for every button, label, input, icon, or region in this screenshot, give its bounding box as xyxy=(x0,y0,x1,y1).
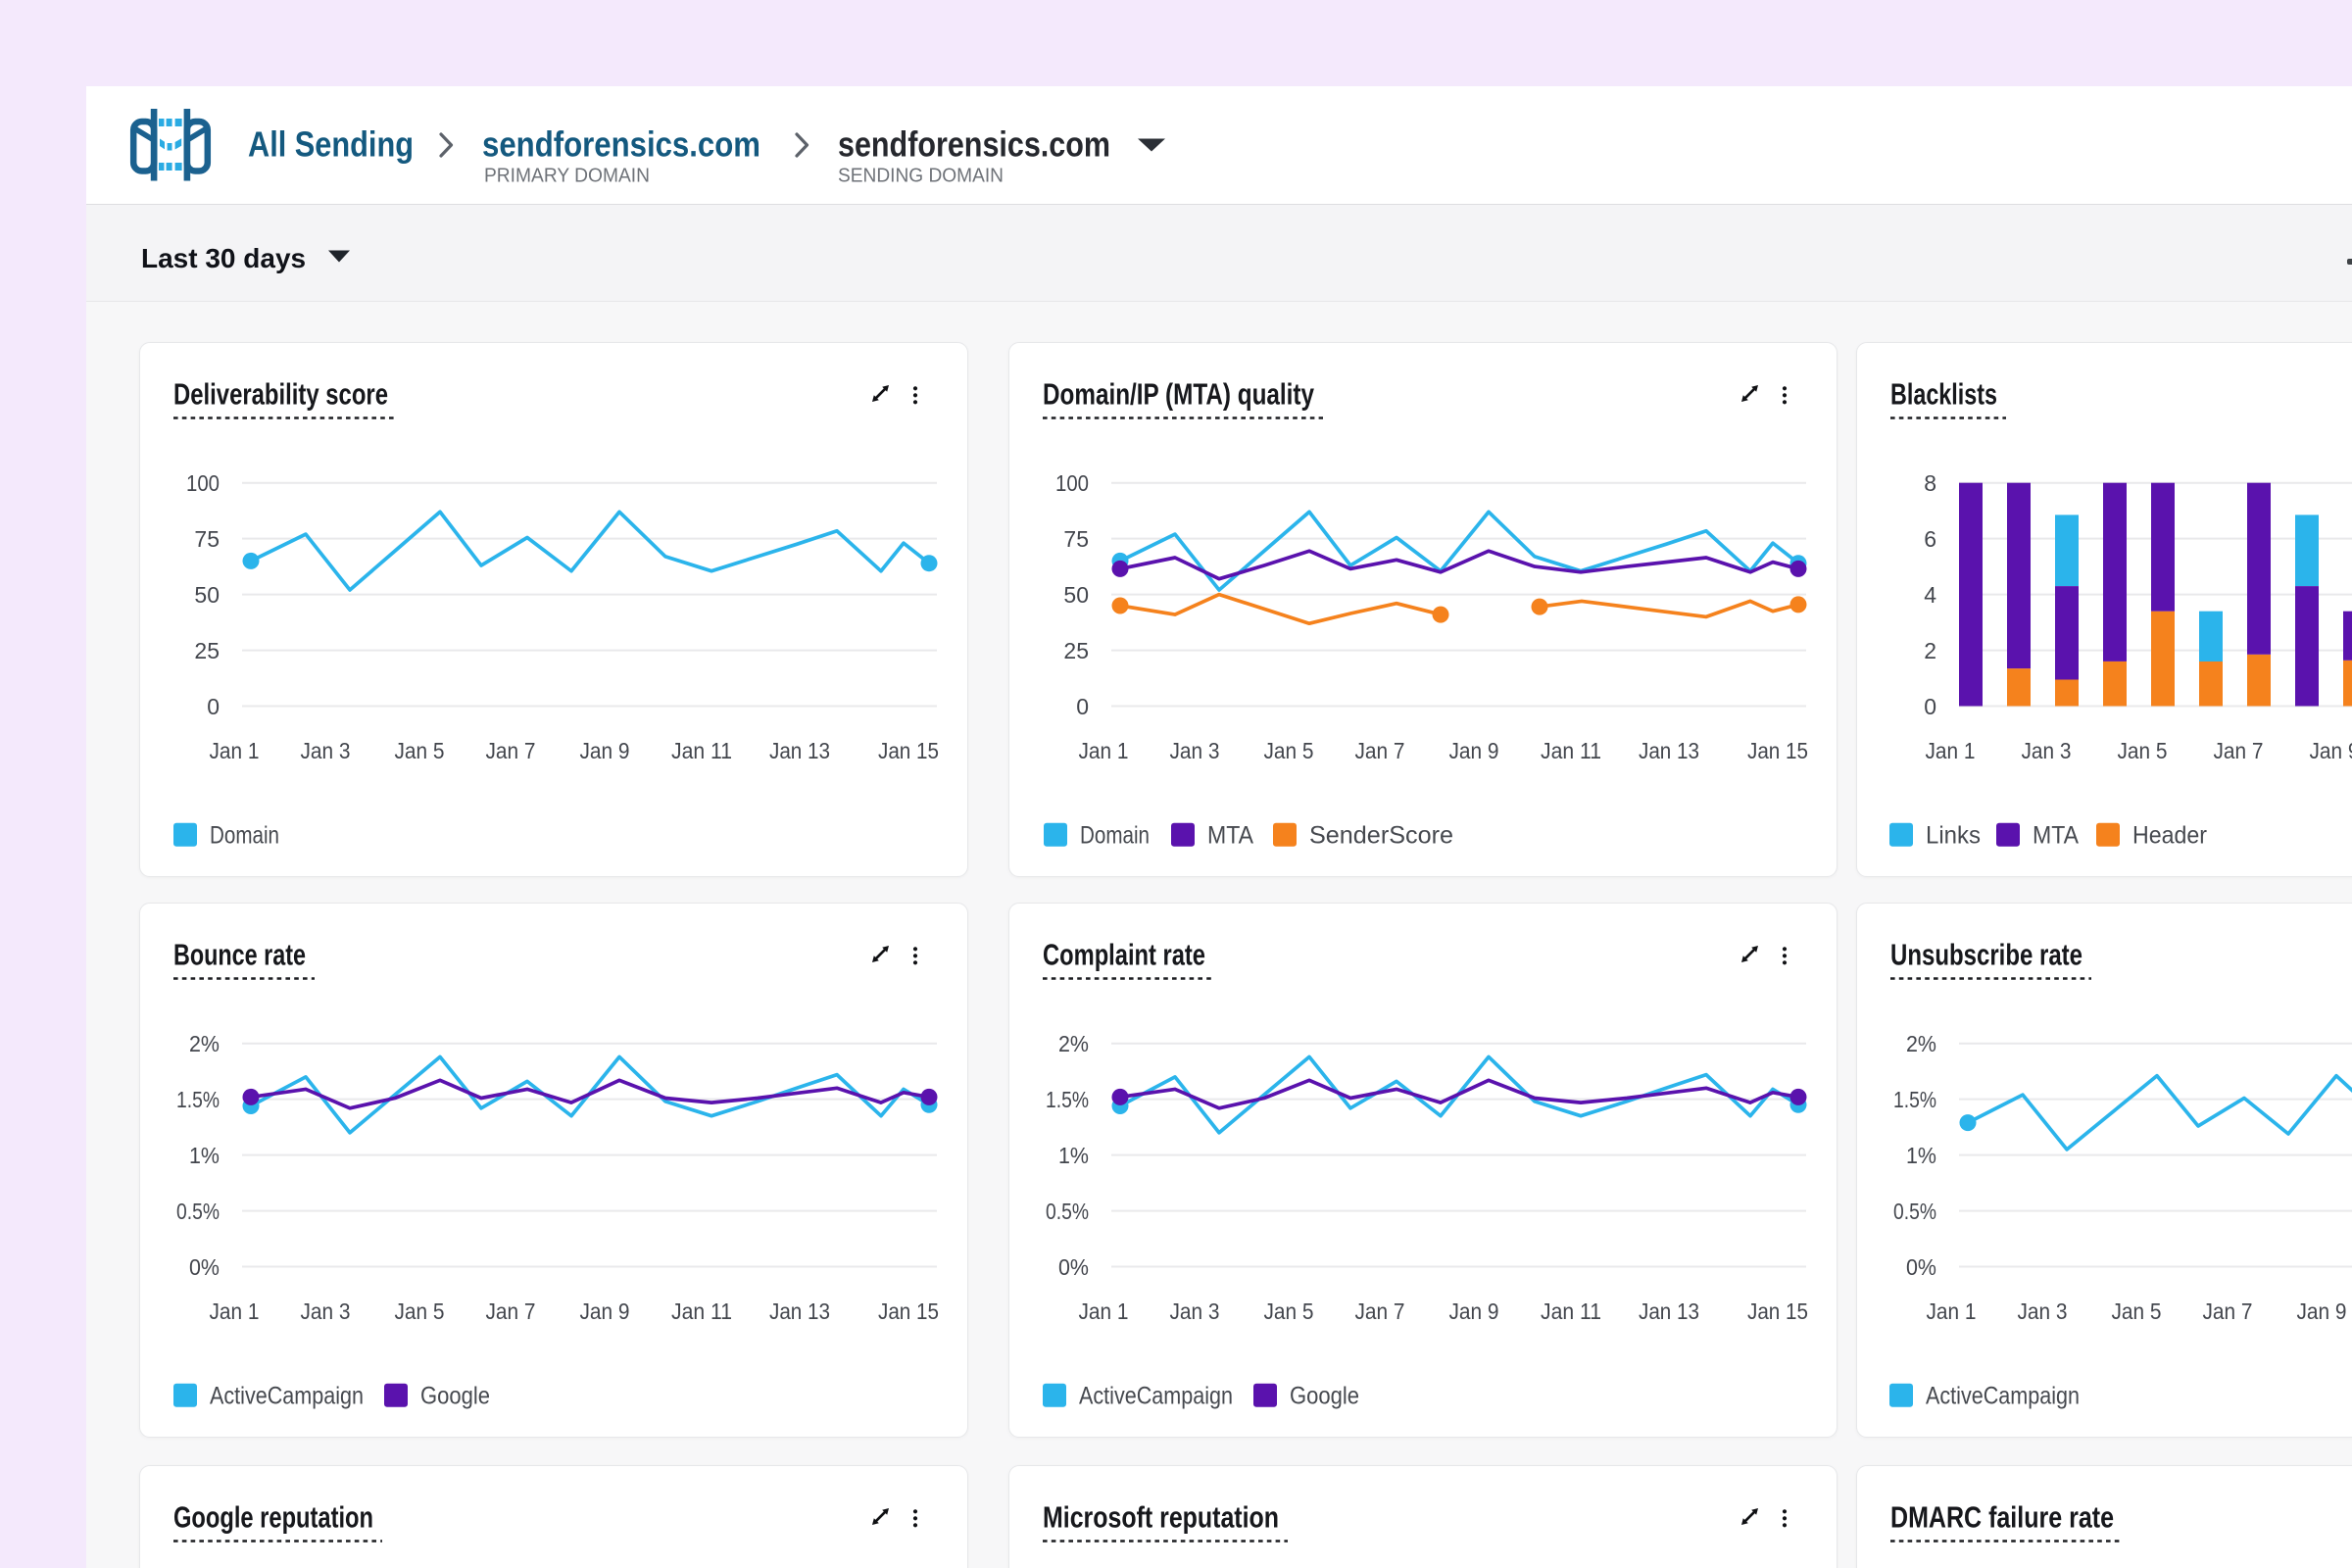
svg-text:Jan 9: Jan 9 xyxy=(1449,1298,1499,1324)
svg-text:2%: 2% xyxy=(189,1031,220,1056)
svg-text:Jan 1: Jan 1 xyxy=(210,738,260,763)
svg-text:ActiveCampaign: ActiveCampaign xyxy=(210,1383,364,1410)
svg-text:Jan 5: Jan 5 xyxy=(1264,1298,1314,1324)
svg-text:1.5%: 1.5% xyxy=(176,1087,220,1112)
svg-text:Jan 13: Jan 13 xyxy=(1639,1298,1699,1324)
svg-text:Jan 3: Jan 3 xyxy=(2018,1298,2068,1324)
svg-text:Jan 1: Jan 1 xyxy=(1079,738,1129,763)
svg-text:1.5%: 1.5% xyxy=(1046,1087,1089,1112)
svg-text:2: 2 xyxy=(1924,638,1936,663)
svg-text:Domain: Domain xyxy=(210,822,279,850)
svg-text:1%: 1% xyxy=(189,1143,220,1168)
svg-text:Jan 13: Jan 13 xyxy=(1639,738,1699,763)
svg-text:Jan 11: Jan 11 xyxy=(1541,738,1601,763)
svg-text:Jan 3: Jan 3 xyxy=(301,1298,351,1324)
svg-text:Jan 15: Jan 15 xyxy=(1747,738,1808,763)
svg-text:0: 0 xyxy=(1924,694,1936,719)
svg-text:1%: 1% xyxy=(1906,1143,1936,1168)
svg-text:Jan 15: Jan 15 xyxy=(878,1298,939,1324)
svg-text:Header: Header xyxy=(2132,822,2207,850)
svg-text:75: 75 xyxy=(1063,526,1089,552)
svg-text:MTA: MTA xyxy=(2033,822,2079,850)
svg-text:Google reputation: Google reputation xyxy=(173,1500,373,1535)
svg-text:Jan 7: Jan 7 xyxy=(1355,738,1405,763)
svg-text:0.5%: 0.5% xyxy=(176,1199,220,1224)
svg-text:Jan 1: Jan 1 xyxy=(1927,1298,1977,1324)
svg-text:Microsoft reputation: Microsoft reputation xyxy=(1043,1500,1279,1535)
svg-text:Jan 5: Jan 5 xyxy=(2118,738,2168,763)
svg-text:0%: 0% xyxy=(1058,1254,1089,1280)
svg-text:6: 6 xyxy=(1924,526,1936,552)
svg-text:0: 0 xyxy=(207,694,220,719)
svg-text:Jan 5: Jan 5 xyxy=(1264,738,1314,763)
svg-text:2%: 2% xyxy=(1058,1031,1089,1056)
svg-text:MTA: MTA xyxy=(1207,822,1253,850)
svg-text:Complaint rate: Complaint rate xyxy=(1043,938,1205,972)
svg-text:Jan 3: Jan 3 xyxy=(301,738,351,763)
svg-text:Jan 1: Jan 1 xyxy=(210,1298,260,1324)
svg-text:Jan 7: Jan 7 xyxy=(1355,1298,1405,1324)
svg-text:SenderScore: SenderScore xyxy=(1309,822,1453,850)
svg-text:ActiveCampaign: ActiveCampaign xyxy=(1926,1383,2080,1410)
svg-text:Jan 9: Jan 9 xyxy=(2310,738,2352,763)
svg-text:Deliverability score: Deliverability score xyxy=(173,377,388,412)
svg-text:Jan 7: Jan 7 xyxy=(2214,738,2264,763)
svg-text:Google: Google xyxy=(1290,1383,1359,1410)
svg-text:2%: 2% xyxy=(1906,1031,1936,1056)
svg-text:Bounce rate: Bounce rate xyxy=(173,938,306,972)
svg-text:0: 0 xyxy=(1076,694,1089,719)
svg-text:0.5%: 0.5% xyxy=(1893,1199,1936,1224)
svg-text:100: 100 xyxy=(1055,470,1089,496)
svg-text:Jan 9: Jan 9 xyxy=(580,738,630,763)
svg-text:25: 25 xyxy=(1063,638,1089,663)
svg-text:Jan 3: Jan 3 xyxy=(2022,738,2072,763)
svg-text:Blacklists: Blacklists xyxy=(1890,377,1997,412)
svg-text:DMARC failure rate: DMARC failure rate xyxy=(1890,1500,2114,1535)
svg-text:Domain/IP (MTA) quality: Domain/IP (MTA) quality xyxy=(1043,377,1315,412)
svg-text:75: 75 xyxy=(194,526,220,552)
svg-text:0.5%: 0.5% xyxy=(1046,1199,1089,1224)
svg-text:Google: Google xyxy=(420,1383,490,1410)
svg-text:Links: Links xyxy=(1926,822,1981,850)
svg-text:1.5%: 1.5% xyxy=(1893,1087,1936,1112)
svg-text:Jan 3: Jan 3 xyxy=(1170,738,1220,763)
svg-text:0%: 0% xyxy=(1906,1254,1936,1280)
svg-text:Jan 1: Jan 1 xyxy=(1079,1298,1129,1324)
svg-text:Jan 7: Jan 7 xyxy=(2203,1298,2253,1324)
svg-text:Jan 5: Jan 5 xyxy=(395,738,445,763)
svg-text:Jan 11: Jan 11 xyxy=(671,1298,732,1324)
svg-text:Jan 7: Jan 7 xyxy=(486,1298,536,1324)
svg-text:Domain: Domain xyxy=(1080,822,1150,850)
svg-text:50: 50 xyxy=(1063,582,1089,608)
svg-text:8: 8 xyxy=(1924,470,1936,496)
svg-text:Jan 3: Jan 3 xyxy=(1170,1298,1220,1324)
svg-text:50: 50 xyxy=(194,582,220,608)
svg-text:Jan 7: Jan 7 xyxy=(486,738,536,763)
svg-text:Jan 5: Jan 5 xyxy=(395,1298,445,1324)
svg-text:Jan 9: Jan 9 xyxy=(580,1298,630,1324)
svg-text:Jan 9: Jan 9 xyxy=(1449,738,1499,763)
svg-text:Jan 11: Jan 11 xyxy=(1541,1298,1601,1324)
svg-text:25: 25 xyxy=(194,638,220,663)
svg-text:Jan 15: Jan 15 xyxy=(1747,1298,1808,1324)
svg-text:100: 100 xyxy=(186,470,220,496)
svg-text:Jan 15: Jan 15 xyxy=(878,738,939,763)
svg-text:Unsubscribe rate: Unsubscribe rate xyxy=(1890,938,2082,972)
svg-text:Jan 13: Jan 13 xyxy=(769,738,830,763)
svg-text:Jan 13: Jan 13 xyxy=(769,1298,830,1324)
svg-text:0%: 0% xyxy=(189,1254,220,1280)
svg-text:ActiveCampaign: ActiveCampaign xyxy=(1079,1383,1233,1410)
svg-text:Jan 11: Jan 11 xyxy=(671,738,732,763)
svg-text:4: 4 xyxy=(1924,582,1936,608)
svg-text:Jan 5: Jan 5 xyxy=(2112,1298,2162,1324)
svg-text:Jan 9: Jan 9 xyxy=(2297,1298,2347,1324)
svg-text:Jan 1: Jan 1 xyxy=(1926,738,1976,763)
svg-text:1%: 1% xyxy=(1058,1143,1089,1168)
